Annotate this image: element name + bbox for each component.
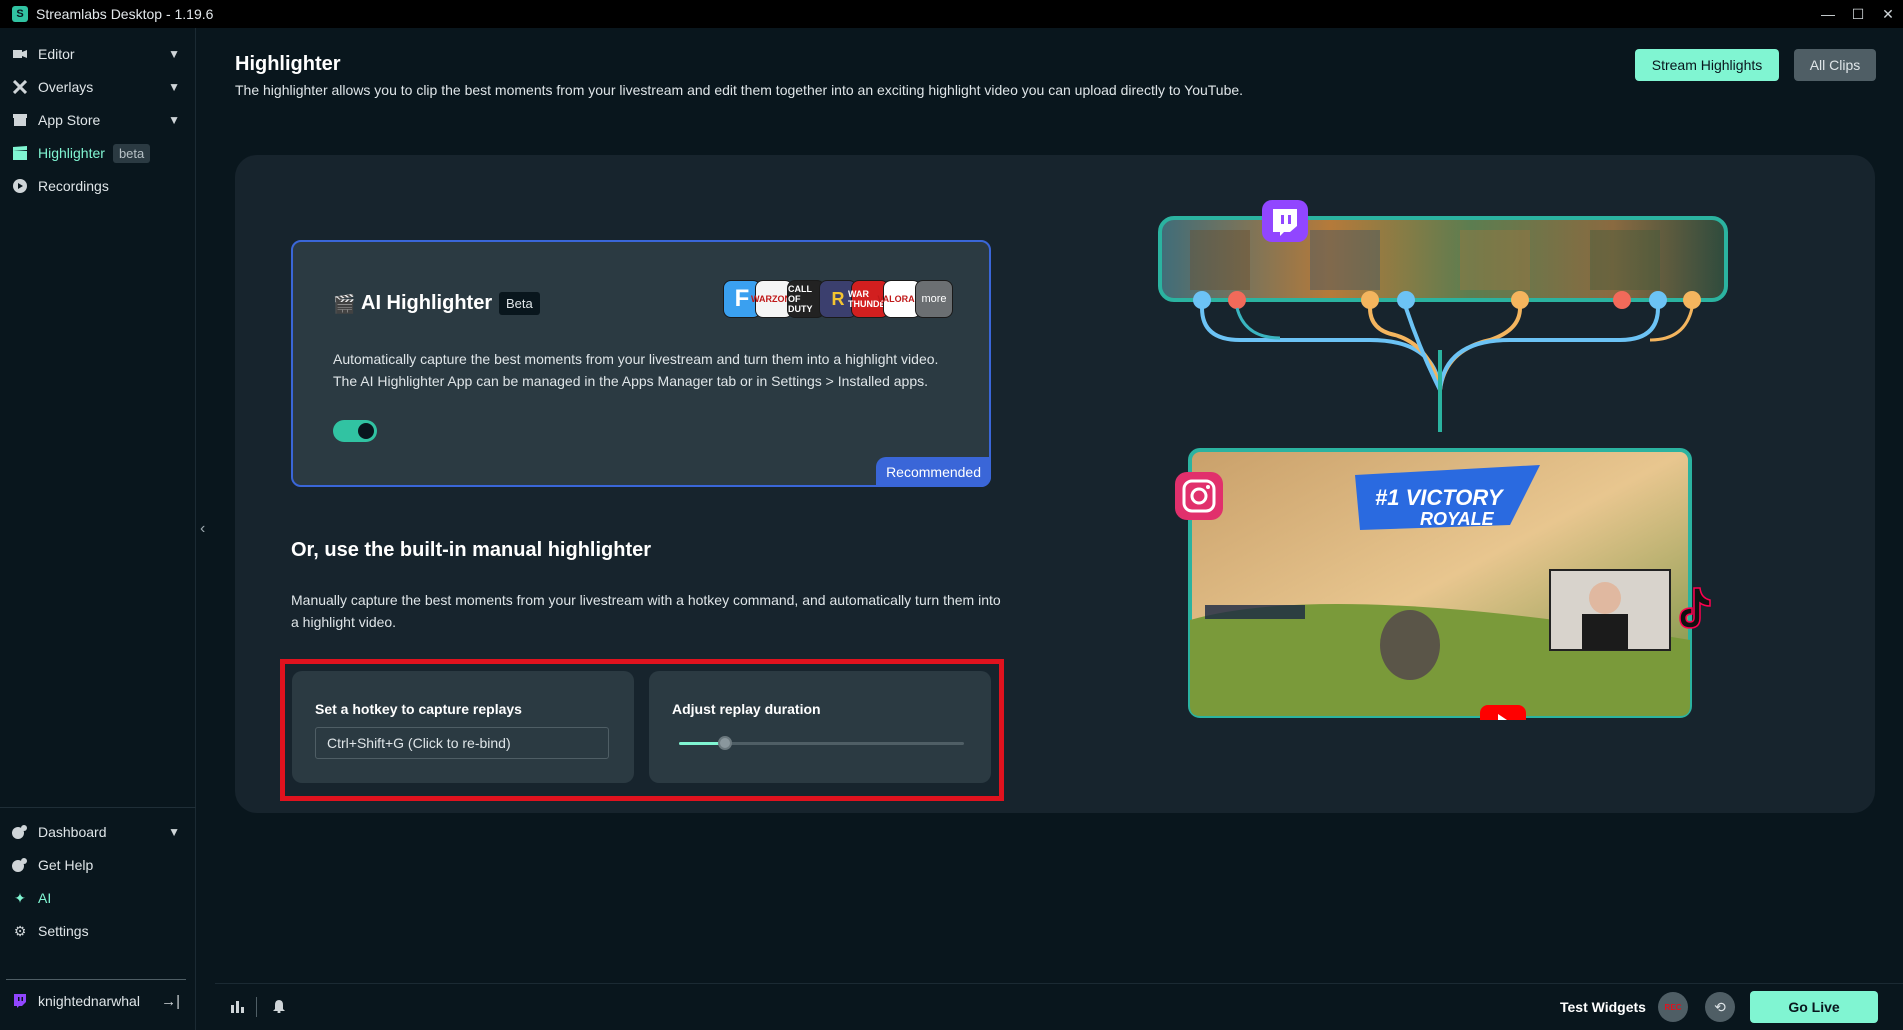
sidebar-item-label: AI [38, 890, 52, 906]
chevron-down-icon: ▼ [168, 80, 180, 94]
sidebar-item-label: Recordings [38, 178, 109, 194]
manual-highlighter-title: Or, use the built-in manual highlighter [291, 539, 652, 561]
sidebar-item-label: Highlighter [38, 145, 105, 161]
hotkey-label: Set a hotkey to capture replays [315, 701, 522, 717]
chevron-down-icon: ▼ [168, 825, 180, 839]
slider-handle[interactable] [717, 736, 732, 750]
ai-highlighter-toggle[interactable] [333, 420, 377, 442]
replay-duration-slider[interactable] [679, 736, 964, 750]
title-bar: S Streamlabs Desktop - 1.19.6 — ☐ ✕ [0, 0, 1903, 28]
ai-highlighter-description: Automatically capture the best moments f… [333, 348, 973, 392]
minimize-icon[interactable]: — [1813, 0, 1843, 28]
test-widgets-button[interactable]: Test Widgets [1560, 999, 1646, 1015]
window-controls: — ☐ ✕ [1813, 0, 1903, 28]
toggle-knob [358, 423, 374, 439]
banner-line-1: #1 VICTORY [1375, 485, 1505, 510]
chevron-down-icon: ▼ [168, 47, 180, 61]
notification-bell-icon[interactable] [272, 999, 286, 1016]
sidebar-item-ai[interactable]: ✦ AI [0, 882, 196, 914]
record-button[interactable]: REC [1658, 992, 1688, 1022]
sidebar-divider [0, 807, 196, 808]
collapse-sidebar-icon[interactable]: ‹ [200, 520, 205, 538]
replay-duration-card: Adjust replay duration [649, 671, 991, 783]
sidebar-item-label: Settings [38, 923, 89, 939]
ai-highlighter-card: 🎬 AI Highlighter Beta F WARZONE CALL OF DU… [291, 240, 991, 487]
user-account[interactable]: knightednarwhal →| [0, 983, 196, 1019]
help-icon [12, 857, 28, 873]
recordings-icon [12, 178, 28, 194]
hotkey-input[interactable] [315, 727, 609, 759]
all-clips-button[interactable]: All Clips [1794, 49, 1876, 81]
logout-icon[interactable]: →| [161, 993, 180, 1010]
beta-badge: Beta [499, 292, 540, 315]
page-description: The highlighter allows you to clip the b… [235, 82, 1244, 98]
ai-sparkle-icon: ✦ [14, 889, 26, 906]
maximize-icon[interactable]: ☐ [1843, 0, 1873, 28]
chevron-down-icon: ▼ [168, 113, 180, 127]
recommended-badge: Recommended [876, 457, 991, 487]
sidebar-item-dashboard[interactable]: Dashboard ▼ [0, 816, 196, 848]
stream-highlights-button[interactable]: Stream Highlights [1635, 49, 1779, 81]
sidebar-item-label: App Store [38, 112, 101, 128]
go-live-button[interactable]: Go Live [1750, 991, 1878, 1023]
sidebar-item-recordings[interactable]: Recordings [0, 170, 196, 202]
hotkey-card: Set a hotkey to capture replays [292, 671, 634, 783]
sidebar-item-overlays[interactable]: Overlays ▼ [0, 71, 196, 103]
performance-stats-icon[interactable] [231, 999, 245, 1016]
beta-badge: beta [112, 143, 151, 163]
sidebar-item-label: Dashboard [38, 824, 107, 840]
sidebar-item-settings[interactable]: ⚙ Settings [0, 915, 196, 947]
editor-icon [12, 46, 28, 62]
highlighter-icon [12, 145, 28, 161]
overlays-icon [12, 79, 28, 95]
gear-icon: ⚙ [13, 922, 27, 939]
supported-games: F WARZONE CALL OF DUTY R WAR THUNDER VALORANT… [723, 280, 953, 318]
close-icon[interactable]: ✕ [1873, 0, 1903, 28]
description-line: Automatically capture the best moments f… [333, 351, 939, 367]
sidebar-item-app-store[interactable]: App Store ▼ [0, 104, 196, 136]
twitch-icon [12, 993, 28, 1009]
clapperboard-icon: 🎬 [333, 294, 356, 314]
sidebar-item-highlighter[interactable]: Highlighter beta [0, 137, 196, 169]
sidebar-divider [6, 979, 186, 980]
replay-buffer-icon[interactable]: ⟲ [1705, 992, 1735, 1022]
streamlabs-logo-icon: S [12, 6, 28, 22]
ai-highlighter-title: AI Highlighter [361, 292, 493, 314]
footer-bar: Test Widgets REC ⟲ Go Live [215, 983, 1903, 1030]
main-content: Highlighter The highlighter allows you t… [215, 28, 1903, 983]
youtube-icon [1480, 705, 1526, 720]
app-store-icon [12, 112, 28, 128]
sidebar-item-editor[interactable]: Editor ▼ [0, 38, 196, 70]
twitch-icon [1262, 200, 1308, 242]
page-title: Highlighter [235, 53, 341, 75]
highlighter-illustration: #1 VICTORY ROYALE [1158, 200, 1728, 720]
window-title: Streamlabs Desktop - 1.19.6 [36, 6, 214, 22]
manual-highlighter-description: Manually capture the best moments from y… [291, 592, 1001, 630]
replay-duration-label: Adjust replay duration [672, 701, 821, 717]
sidebar: Editor ▼ Overlays ▼ App Store ▼ Highligh… [0, 28, 196, 1030]
game-icon[interactable]: more [915, 280, 953, 318]
banner-line-2: ROYALE [1420, 509, 1495, 529]
footer-separator [256, 997, 257, 1017]
dashboard-icon [12, 824, 28, 840]
sidebar-item-get-help[interactable]: Get Help [0, 849, 196, 881]
sidebar-item-label: Overlays [38, 79, 94, 95]
highlighter-panel: 🎬 AI Highlighter Beta F WARZONE CALL OF DU… [235, 155, 1875, 813]
description-line: The AI Highlighter App can be managed in… [333, 373, 928, 389]
sidebar-item-label: Editor [38, 46, 75, 62]
instagram-icon [1175, 472, 1223, 520]
sidebar-item-label: Get Help [38, 857, 94, 873]
username: knightednarwhal [38, 993, 140, 1009]
